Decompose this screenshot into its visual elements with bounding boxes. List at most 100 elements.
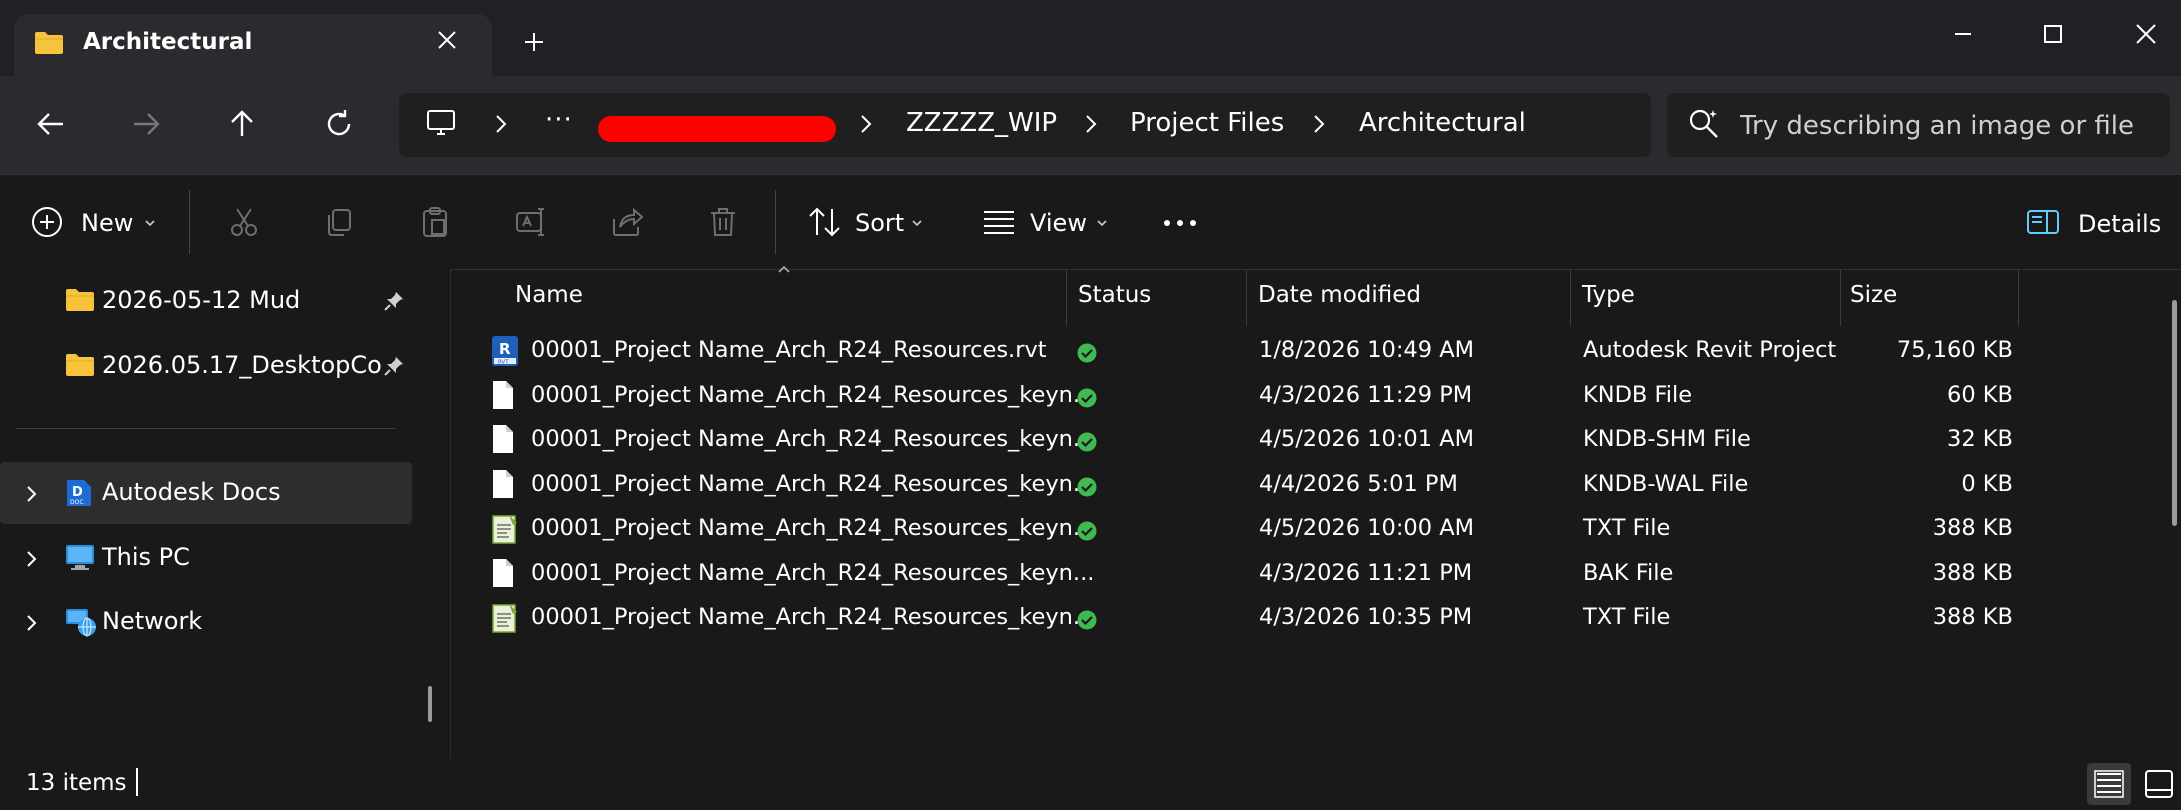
more-options-icon[interactable] [1162,213,1198,233]
new-button[interactable] [30,205,64,239]
sidebar-scrollbar[interactable] [428,686,432,722]
file-date: 1/8/2026 10:49 AM [1259,337,1475,363]
share-icon[interactable] [610,205,644,239]
file-size: 388 KB [1932,559,2013,586]
computer-icon[interactable] [425,108,457,138]
sidebar-item-autodesk-docs[interactable]: D DOC Autodesk Docs [0,462,412,524]
minimize-button[interactable] [1943,14,1983,54]
plus-icon [525,33,543,51]
chevron-down-icon[interactable] [143,218,157,228]
redaction-mark [598,116,836,142]
file-name: 00001_Project Name_Arch_R24_Resources_ke… [531,426,1095,452]
back-button[interactable] [29,102,73,146]
chevron-down-icon[interactable] [1095,218,1109,228]
cut-icon[interactable] [227,205,261,239]
delete-icon[interactable] [706,205,740,239]
file-name: 00001_Project Name_Arch_R24_Resources.rv… [531,337,1047,363]
close-tab-button[interactable] [436,29,458,51]
sidebar-item-network[interactable]: Network [0,591,412,653]
svg-text:D: D [72,485,83,500]
chevron-right-icon[interactable] [24,613,40,633]
sync-status-icon [1076,431,1098,453]
revit-file-icon: R RVT [491,335,519,367]
column-header-name[interactable]: Name [515,282,583,308]
sidebar-item-this-pc[interactable]: This PC [0,527,412,589]
column-header-type[interactable]: Type [1582,282,1635,308]
sync-status-icon [1076,342,1098,364]
maximize-button[interactable] [2033,14,2073,54]
column-divider[interactable] [2018,270,2019,326]
file-date: 4/5/2026 10:01 AM [1259,426,1475,452]
details-view-button[interactable] [2087,763,2131,805]
file-row[interactable]: 00001_Project Name_Arch_R24_Resources_ke… [451,589,2021,651]
svg-text:DOC: DOC [70,499,84,506]
file-name: 00001_Project Name_Arch_R24_Resources_ke… [531,470,1095,497]
item-count: 13 items [26,770,127,796]
toolbar-divider [189,190,190,254]
up-button[interactable] [220,102,264,146]
refresh-icon [327,110,351,136]
sort-button[interactable]: Sort [855,209,904,237]
file-name: 00001_Project Name_Arch_R24_Resources_ke… [531,604,1095,630]
column-header-size[interactable]: Size [1850,282,1897,308]
file-type: TXT File [1583,515,1671,541]
column-header-status[interactable]: Status [1078,282,1151,308]
file-name: 00001_Project Name_Arch_R24_Resources_ke… [531,515,1095,541]
column-divider[interactable] [1570,270,1571,326]
breadcrumb-item[interactable]: ZZZZZ_WIP [906,108,1057,138]
chevron-down-icon[interactable] [910,218,924,228]
sidebar-item-quick-access[interactable]: 2026-05-12 Mud [0,270,410,332]
plus-circle-icon [32,207,62,237]
search-input[interactable] [1738,93,2162,159]
refresh-button[interactable] [317,102,361,146]
sidebar-item-quick-access[interactable]: 2026.05.17_DesktopConne [0,335,410,397]
large-icons-view-button[interactable] [2143,768,2175,800]
copy-icon[interactable] [322,205,356,239]
close-window-button[interactable] [2126,14,2166,54]
file-size: 75,160 KB [1896,337,2013,363]
arrow-right-icon [134,113,160,135]
sort-icon[interactable] [807,205,843,239]
sync-status-icon [1076,609,1098,631]
column-header-date[interactable]: Date modified [1258,282,1421,308]
arrow-up-icon [231,110,253,136]
svg-text:RVT: RVT [498,360,509,366]
chevron-right-icon[interactable] [24,549,40,569]
file-size: 32 KB [1947,426,2013,452]
chevron-right-icon[interactable] [1082,111,1100,137]
new-button-label[interactable]: New [81,209,133,237]
file-date: 4/3/2026 11:21 PM [1259,559,1473,586]
breadcrumb-overflow[interactable]: ··· [545,105,573,135]
paste-icon[interactable] [418,205,452,239]
folder-icon [65,353,95,377]
chevron-right-icon[interactable] [24,484,40,504]
breadcrumb-item[interactable]: Architectural [1359,108,1526,138]
file-type: KNDB-WAL File [1583,470,1749,497]
column-divider[interactable] [1246,270,1247,326]
new-tab-button[interactable] [523,31,545,53]
file-type: BAK File [1583,559,1674,586]
status-divider [136,768,138,796]
details-button[interactable]: Details [2078,210,2161,238]
view-list-icon[interactable] [982,209,1016,235]
chevron-right-icon[interactable] [492,111,510,137]
file-type: TXT File [1583,604,1671,630]
this-pc-icon [64,542,96,572]
details-pane-icon[interactable] [2026,208,2060,236]
file-size: 60 KB [1947,381,2013,408]
chevron-right-icon[interactable] [857,111,875,137]
pin-icon[interactable] [383,290,405,312]
file-size: 388 KB [1932,604,2013,630]
view-button[interactable]: View [1030,209,1087,237]
file-list-scrollbar[interactable] [2172,300,2177,526]
column-divider[interactable] [1066,270,1067,326]
rename-icon[interactable] [514,205,548,239]
chevron-right-icon[interactable] [1310,111,1328,137]
forward-button[interactable] [124,102,168,146]
file-icon [491,558,515,588]
pin-icon[interactable] [383,355,405,377]
file-date: 4/5/2026 10:00 AM [1259,515,1475,541]
file-size: 0 KB [1961,470,2013,497]
column-divider[interactable] [1840,270,1841,326]
breadcrumb-item[interactable]: Project Files [1130,108,1284,138]
